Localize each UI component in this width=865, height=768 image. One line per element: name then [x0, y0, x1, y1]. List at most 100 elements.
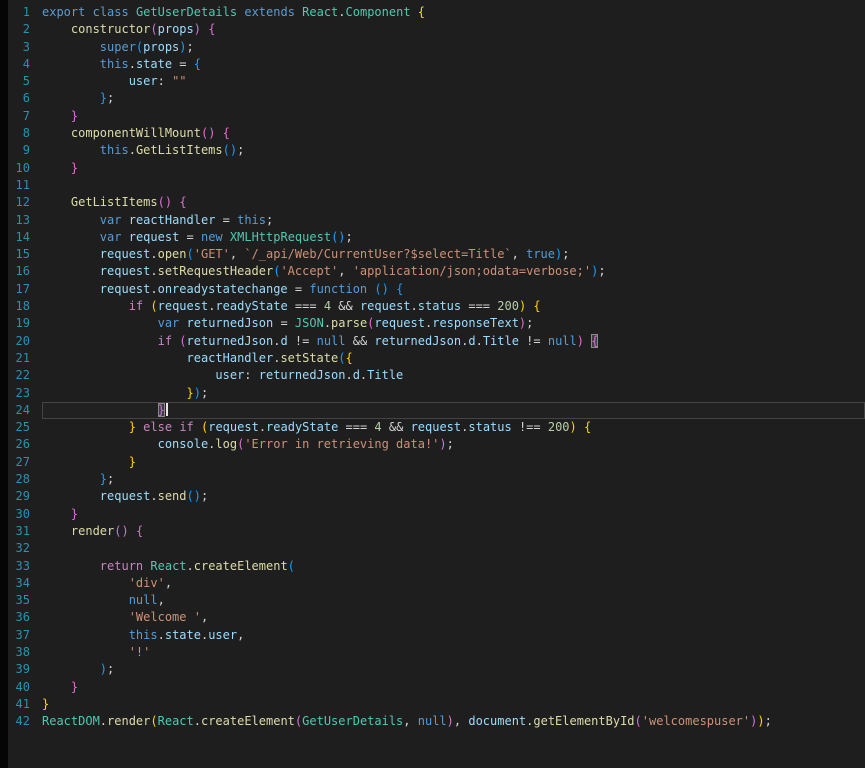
code-line[interactable]: 40 } [8, 679, 865, 696]
code-line[interactable]: 11 [8, 177, 865, 194]
code-line-content[interactable]: GetListItems() { [42, 194, 865, 211]
code-line[interactable]: 18 if (request.readyState === 4 && reque… [8, 298, 865, 315]
code-line-content[interactable]: request.send(); [42, 488, 865, 505]
code-line[interactable]: 1 export class GetUserDetails extends Rea… [8, 4, 865, 21]
code-line[interactable]: 9 this.GetListItems(); [8, 142, 865, 159]
code-line[interactable]: 32 [8, 540, 865, 557]
code-line-content[interactable]: } [42, 679, 865, 696]
token-variable: props [157, 22, 194, 37]
code-line-content[interactable]: } [42, 454, 865, 471]
token-keyword: null [316, 333, 346, 348]
code-line-content[interactable]: this.state = { [42, 56, 865, 73]
code-line[interactable]: 35 null, [8, 592, 865, 609]
code-line-content[interactable]: 'Welcome ', [42, 609, 865, 626]
code-line-content[interactable]: } else if (request.readyState === 4 && r… [42, 419, 865, 436]
code-line-content[interactable]: ReactDOM.render(React.createElement(GetU… [42, 713, 865, 730]
line-number: 7 [22, 108, 30, 123]
code-line-content[interactable]: user: returnedJson.d.Title [42, 367, 865, 384]
code-line[interactable]: 34 'div', [8, 575, 865, 592]
code-line[interactable]: 21 reactHandler.setState({ [8, 350, 865, 367]
code-line[interactable]: 16 request.setRequestHeader('Accept', 'a… [8, 263, 865, 280]
token-plain: === [461, 299, 498, 314]
code-line[interactable]: 28 }; [8, 471, 865, 488]
code-line-content[interactable]: user: "" [42, 73, 865, 90]
code-line-content[interactable]: render() { [42, 523, 865, 540]
code-line-content[interactable]: null, [42, 592, 865, 609]
token-control-keyword: return [99, 558, 144, 573]
token-function: render [70, 523, 115, 538]
code-line[interactable]: 4 this.state = { [8, 56, 865, 73]
code-line[interactable]: 41} [8, 696, 865, 713]
code-line[interactable]: 15 request.open('GET', `/_api/Web/Curren… [8, 246, 865, 263]
code-line[interactable]: 39 ); [8, 661, 865, 678]
code-line[interactable]: 2 constructor(props) { [8, 21, 865, 38]
code-line-content[interactable]: } [42, 696, 865, 713]
code-line[interactable]: 38 '!' [8, 644, 865, 661]
code-line-content[interactable]: var reactHandler = this; [42, 212, 865, 229]
code-line[interactable]: 8 componentWillMount() { [8, 125, 865, 142]
code-line-content[interactable]: var returnedJson = JSON.parse(request.re… [42, 315, 865, 332]
code-line[interactable]: 36 'Welcome ', [8, 609, 865, 626]
code-line-content[interactable]: super(props); [42, 39, 865, 56]
code-line-content[interactable]: request.open('GET', `/_api/Web/CurrentUs… [42, 246, 865, 263]
code-line-content[interactable]: request.onreadystatechange = function ()… [42, 281, 865, 298]
code-line[interactable]: 7 } [8, 108, 865, 125]
code-line-content[interactable]: var request = new XMLHttpRequest(); [42, 229, 865, 246]
code-line[interactable]: 37 this.state.user, [8, 627, 865, 644]
code-line-content[interactable]: }; [42, 471, 865, 488]
code-line[interactable]: 31 render() { [8, 523, 865, 540]
line-number: 5 [22, 74, 30, 89]
code-line-content[interactable] [42, 540, 865, 557]
code-line[interactable]: 26 console.log('Error in retrieving data… [8, 436, 865, 453]
code-line[interactable]: 12 GetListItems() { [8, 194, 865, 211]
code-line-content[interactable]: '!' [42, 644, 865, 661]
code-line-content[interactable]: if (request.readyState === 4 && request.… [42, 298, 865, 315]
code-line-content[interactable]: }); [42, 385, 865, 402]
code-line-content[interactable]: console.log('Error in retrieving data!')… [42, 436, 865, 453]
code-line[interactable]: 13 var reactHandler = this; [8, 212, 865, 229]
code-line-content[interactable]: constructor(props) { [42, 21, 865, 38]
code-line-content[interactable]: reactHandler.setState({ [42, 350, 865, 367]
code-line-content[interactable]: } [42, 506, 865, 523]
code-line-content[interactable] [42, 177, 865, 194]
code-line[interactable]: 6 }; [8, 90, 865, 107]
code-line-content[interactable]: 'div', [42, 575, 865, 592]
code-line-content[interactable]: } [42, 401, 865, 420]
code-line-content[interactable]: return React.createElement( [42, 558, 865, 575]
code-line-content[interactable]: componentWillMount() { [42, 125, 865, 142]
token-plain: . [338, 5, 346, 19]
code-line-content[interactable]: }; [42, 90, 865, 107]
code-line-content[interactable]: export class GetUserDetails extends Reac… [42, 4, 865, 21]
code-line[interactable]: 24 } [8, 401, 865, 420]
code-line-content[interactable]: this.GetListItems(); [42, 142, 865, 159]
code-line[interactable]: 10 } [8, 160, 865, 177]
code-line[interactable]: 25 } else if (request.readyState === 4 &… [8, 419, 865, 436]
code-line[interactable]: 42 ReactDOM.render(React.createElement(Ge… [8, 713, 865, 730]
code-line[interactable]: 20 if (returnedJson.d != null && returne… [8, 333, 865, 350]
code-line[interactable]: 17 request.onreadystatechange = function… [8, 281, 865, 298]
code-area[interactable]: 1 export class GetUserDetails extends Rea… [8, 4, 865, 768]
token-bracket-level3: } [99, 91, 108, 106]
code-line[interactable]: 33 return React.createElement( [8, 558, 865, 575]
code-line[interactable]: 23 }); [8, 385, 865, 402]
code-line[interactable]: 27 } [8, 454, 865, 471]
code-line-content[interactable]: ); [42, 661, 865, 678]
code-line[interactable]: 19 var returnedJson = JSON.parse(request… [8, 315, 865, 332]
token-plain: . [150, 281, 158, 296]
code-line-content[interactable]: } [42, 108, 865, 125]
code-line[interactable]: 14 var request = new XMLHttpRequest(); [8, 229, 865, 246]
code-line-content[interactable]: if (returnedJson.d != null && returnedJs… [42, 333, 865, 350]
code-line[interactable]: 22 user: returnedJson.d.Title [8, 367, 865, 384]
code-line[interactable]: 30 } [8, 506, 865, 523]
code-line[interactable]: 3 super(props); [8, 39, 865, 56]
token-variable: request [99, 264, 151, 279]
code-line[interactable]: 29 request.send(); [8, 488, 865, 505]
code-line[interactable]: 5 user: "" [8, 73, 865, 90]
code-line-content[interactable]: request.setRequestHeader('Accept', 'appl… [42, 263, 865, 280]
code-line-content[interactable]: this.state.user, [42, 627, 865, 644]
code-line-content[interactable]: } [42, 160, 865, 177]
